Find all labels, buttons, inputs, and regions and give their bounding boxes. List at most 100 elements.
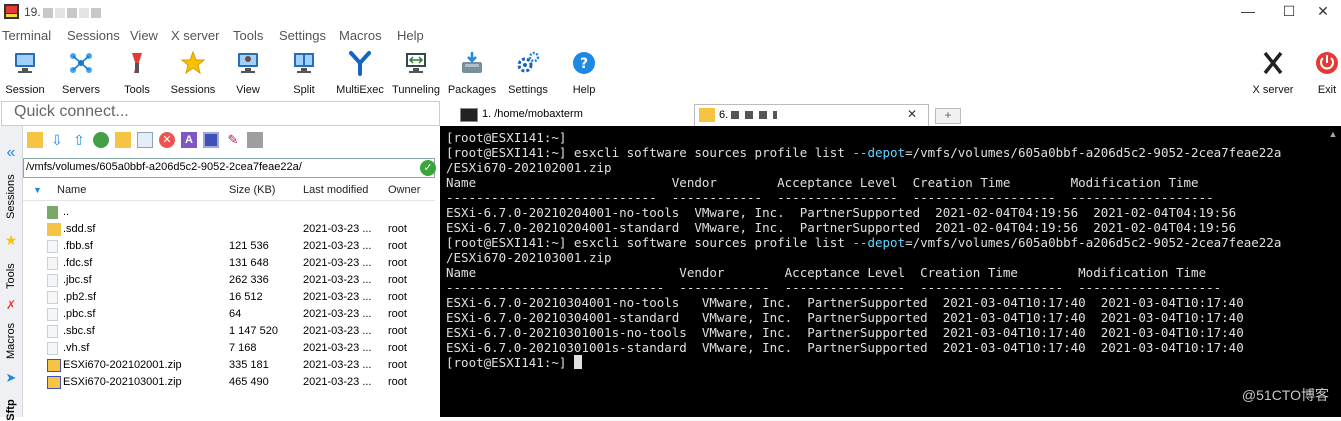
help-button[interactable]: ? Help [555, 48, 613, 96]
upload-icon[interactable]: ⇧ [71, 132, 87, 148]
tab-local-terminal[interactable]: 1. /home/mobaxterm [448, 104, 692, 126]
sftp-path-field[interactable]: /vmfs/volumes/605a0bbf-a206d5c2-9052-2ce… [23, 158, 436, 178]
packages-label: Packages [447, 84, 497, 96]
menu-tools[interactable]: Tools [233, 28, 263, 43]
download-icon[interactable]: ⇩ [49, 132, 65, 148]
file-name: .pb2.sf [63, 291, 97, 303]
terminal-line: ----------------------------- ----------… [446, 280, 1222, 295]
minimize-button[interactable]: — [1225, 0, 1271, 24]
view-button[interactable]: View [219, 48, 277, 96]
file-name: .fdc.sf [63, 257, 93, 269]
menu-help[interactable]: Help [397, 28, 424, 43]
terminal-area[interactable]: ▲ [root@ESXI141:~] [root@ESXI141:~] esxc… [440, 126, 1341, 417]
properties-icon[interactable] [203, 132, 219, 148]
file-owner: root [388, 308, 407, 320]
column-name[interactable]: Name [57, 184, 86, 196]
xserver-button[interactable]: X server [1244, 48, 1302, 96]
tab-ssh-session[interactable]: 6. ✕ [694, 104, 929, 126]
title-bar: 19. — ☐ ✕ [0, 0, 1341, 24]
file-name: ESXi670-202102001.zip [63, 359, 182, 371]
file-size: 131 648 [229, 257, 269, 269]
file-modified: 2021-03-23 ... [303, 291, 372, 303]
rename-icon[interactable]: A [181, 132, 197, 148]
settings-button[interactable]: Settings [499, 48, 557, 96]
table-row[interactable]: .sbc.sf 1 147 520 2021-03-23 ... root [23, 323, 435, 340]
tab-sftp[interactable]: Sftp [0, 392, 22, 420]
tab-tools[interactable]: Tools [0, 256, 22, 296]
session-label: Session [5, 84, 45, 96]
servers-button[interactable]: Servers [52, 48, 110, 96]
table-row[interactable]: .. [23, 204, 435, 221]
table-row[interactable]: .pbc.sf 64 2021-03-23 ... root [23, 306, 435, 323]
close-button[interactable]: ✕ [1300, 0, 1341, 24]
column-owner[interactable]: Owner [388, 184, 420, 196]
sftp-panel: ⇩ ⇧ ✕ A ✎ /vmfs/volumes/605a0bbf-a206d5c… [23, 126, 438, 417]
file-name: .pbc.sf [63, 308, 96, 320]
column-size[interactable]: Size (KB) [229, 184, 275, 196]
file-name: ESXi670-202103001.zip [63, 376, 182, 388]
new-folder-icon[interactable] [115, 132, 131, 148]
new-file-icon[interactable] [137, 132, 153, 148]
watermark: @51CTO博客 [1241, 387, 1329, 403]
packages-icon [462, 52, 482, 73]
file-icon [47, 257, 58, 270]
terminal-follow-icon[interactable] [247, 132, 263, 148]
split-button[interactable]: Split [275, 48, 333, 96]
column-modified[interactable]: Last modified [303, 184, 368, 196]
quick-connect-input[interactable]: Quick connect... [1, 101, 440, 126]
table-row[interactable]: .sdd.sf 2021-03-23 ... root [23, 221, 435, 238]
table-row[interactable]: ESXi670-202102001.zip 335 181 2021-03-23 .… [23, 357, 435, 374]
permissions-icon[interactable]: ✎ [225, 132, 241, 148]
terminal-line: [root@ESXI141:~] esxcli software sources… [446, 145, 1281, 160]
file-owner: root [388, 342, 407, 354]
menu-macros[interactable]: Macros [339, 28, 382, 43]
table-row[interactable]: .fbb.sf 121 536 2021-03-23 ... root [23, 238, 435, 255]
file-owner: root [388, 274, 407, 286]
table-row[interactable]: .pb2.sf 16 512 2021-03-23 ... root [23, 289, 435, 306]
tab-sessions[interactable]: Sessions [0, 174, 22, 232]
tab-macros[interactable]: Macros [0, 323, 22, 368]
table-row[interactable]: ESXi670-202103001.zip 465 490 2021-03-23 .… [23, 374, 435, 391]
menu-settings[interactable]: Settings [279, 28, 326, 43]
packages-button[interactable]: Packages [443, 48, 501, 96]
split-label: Split [293, 84, 315, 96]
sessions-button[interactable]: Sessions [164, 48, 222, 96]
delete-icon[interactable]: ✕ [159, 132, 175, 148]
table-row[interactable]: .fdc.sf 131 648 2021-03-23 ... root [23, 255, 435, 272]
path-ok-icon[interactable]: ✓ [420, 160, 436, 176]
parent-folder-icon [47, 206, 58, 219]
xserver-label: X server [1252, 84, 1294, 96]
terminal-line: [root@ESXI141:~] [446, 130, 567, 145]
new-tab-button[interactable]: + [935, 108, 961, 124]
terminal-cursor [573, 355, 582, 369]
menu-terminal[interactable]: Terminal [2, 28, 51, 43]
menu-sessions[interactable]: Sessions [67, 28, 120, 43]
file-icon [47, 291, 58, 304]
file-owner: root [388, 240, 407, 252]
menu-x-server[interactable]: X server [171, 28, 219, 43]
terminal-line: ESXi-6.7.0-20210204001-no-tools VMware, … [446, 205, 1237, 220]
file-size: 7 168 [229, 342, 257, 354]
menu-view[interactable]: View [130, 28, 158, 43]
table-row[interactable]: .vh.sf 7 168 2021-03-23 ... root [23, 340, 435, 357]
tunneling-button[interactable]: Tunneling [387, 48, 445, 96]
multiexec-button[interactable]: MultiExec [331, 48, 389, 96]
file-size: 465 490 [229, 376, 269, 388]
exit-button[interactable]: Exit [1298, 48, 1341, 96]
table-row[interactable]: .jbc.sf 262 336 2021-03-23 ... root [23, 272, 435, 289]
tab-close-icon[interactable]: ✕ [907, 107, 917, 121]
settings-label: Settings [508, 84, 548, 96]
parent-folder-icon[interactable] [27, 132, 43, 148]
tunneling-icon [406, 53, 426, 73]
refresh-icon[interactable] [93, 132, 109, 148]
svg-text:?: ? [580, 56, 588, 72]
terminal-line: Name Vendor Acceptance Level Creation Ti… [446, 175, 1199, 190]
file-icon [47, 342, 58, 355]
scroll-up-icon[interactable]: ▲ [1327, 128, 1339, 140]
collapse-chevron-icon[interactable]: « [0, 144, 22, 164]
session-button[interactable]: Session [0, 48, 54, 96]
file-size: 16 512 [229, 291, 263, 303]
tools-button[interactable]: Tools [108, 48, 166, 96]
tab-local-terminal-label: 1. /home/mobaxterm [482, 108, 583, 120]
monitor-icon [15, 53, 35, 73]
